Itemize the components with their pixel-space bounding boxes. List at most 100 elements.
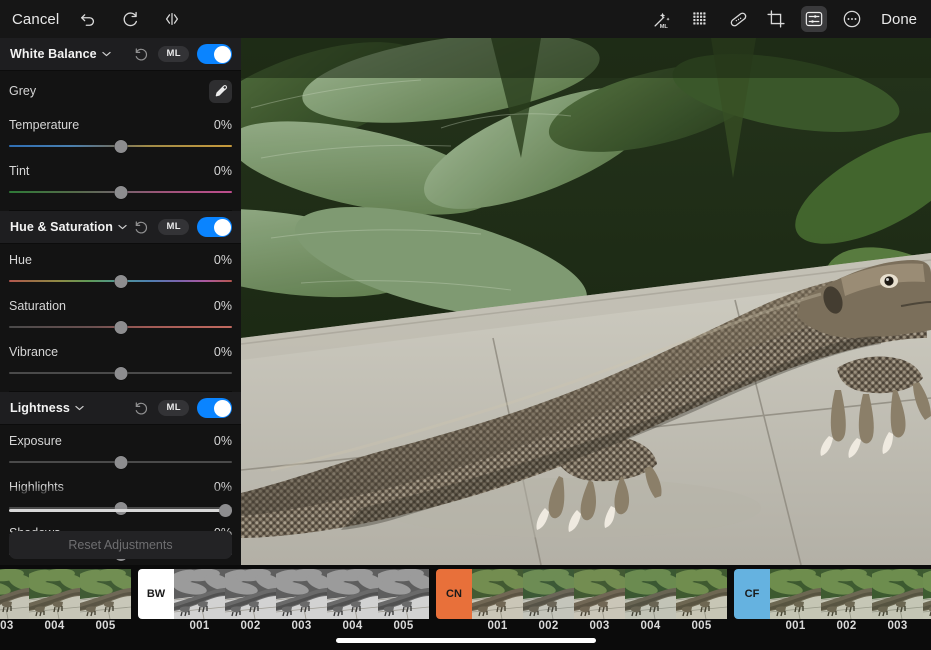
heal-bandage-icon[interactable] [725,6,751,32]
preset-thumbnail-label: 003 [589,620,610,632]
slider-highlights-value: 0% [213,480,232,494]
toolbar-right-group: ML Done [649,6,931,32]
slider-hue[interactable]: Hue 0% [9,244,232,290]
slider-exposure-track-wrap[interactable] [9,454,232,471]
preset-thumbnail[interactable] [29,569,80,619]
preset-thumbnail[interactable] [821,569,872,619]
filters-grid-icon[interactable] [687,6,713,32]
adjustments-panel[interactable]: White Balance ML Grey Temperature 0% Tin… [0,38,241,565]
preset-labels-row: 003 004 005 001 002 003 004 005 001 002 003 004 005 0… [0,620,931,638]
preset-thumbnail[interactable] [80,569,131,619]
preset-thumbnail[interactable] [523,569,574,619]
panel-scrollbar[interactable] [9,504,232,517]
preset-thumbnail-label: 002 [538,620,559,632]
chevron-down-icon[interactable] [118,224,127,230]
preset-thumbnail[interactable] [574,569,625,619]
preset-thumbnail[interactable] [276,569,327,619]
panel-scrollbar-knob[interactable] [219,504,232,517]
slider-exposure-value: 0% [213,434,232,448]
redo-icon[interactable] [117,6,143,32]
photo-preview[interactable] [241,38,931,565]
preset-thumbnail[interactable] [327,569,378,619]
preset-thumbnail-label: 002 [240,620,261,632]
slider-hue-value: 0% [213,253,232,267]
toggle-knob [213,45,231,63]
preset-category-cn[interactable]: CN [436,569,472,619]
slider-temperature-label: Temperature [9,118,80,132]
preset-thumbnail[interactable] [676,569,727,619]
magic-wand-ml-icon[interactable]: ML [649,6,675,32]
toolbar-left-group: Cancel [0,6,185,32]
preset-thumbnail-label: 001 [785,620,806,632]
slider-temperature-knob[interactable] [114,140,127,153]
section-header-hue-saturation[interactable]: Hue & Saturation ML [0,211,241,244]
reset-section-icon[interactable] [133,46,150,63]
preset-thumbnail-label: 004 [923,620,931,638]
photo-image [241,38,931,565]
preset-category-label-spacer [436,620,472,638]
cancel-button[interactable]: Cancel [12,11,59,28]
section-header-lightness[interactable]: Lightness ML [0,392,241,425]
preset-thumbnail[interactable] [770,569,821,619]
slider-vibrance-label: Vibrance [9,345,59,359]
slider-tint[interactable]: Tint 0% [9,155,232,201]
crop-icon[interactable] [763,6,789,32]
slider-temperature[interactable]: Temperature 0% [9,109,232,155]
slider-tint-value: 0% [213,164,232,178]
preset-category-label-spacer [734,620,770,638]
reset-adjustments-button[interactable]: Reset Adjustments [9,531,232,559]
slider-hue-knob[interactable] [114,275,127,288]
slider-highlights-label: Highlights [9,480,64,494]
preset-category-cf[interactable]: CF [734,569,770,619]
ml-button-hue-saturation[interactable]: ML [158,219,189,235]
preset-thumbnail[interactable] [872,569,923,619]
chevron-down-icon[interactable] [102,51,111,57]
chevron-down-icon[interactable] [75,405,84,411]
section-title-hue-saturation: Hue & Saturation [10,220,113,234]
eyedropper-icon[interactable] [209,79,232,103]
preset-thumbnail[interactable] [0,569,29,619]
toggle-white-balance[interactable] [197,44,232,64]
adjustments-icon[interactable] [801,6,828,32]
preset-thumbnail-label: 005 [691,620,712,632]
preset-thumbnail[interactable] [174,569,225,619]
section-controls-hue-saturation: ML [133,217,232,237]
reset-section-icon[interactable] [133,400,150,417]
preset-thumbnail[interactable] [472,569,523,619]
slider-temperature-track-wrap[interactable] [9,138,232,155]
undo-icon[interactable] [75,6,101,32]
slider-hue-track-wrap[interactable] [9,273,232,290]
slider-vibrance-track-wrap[interactable] [9,365,232,382]
preset-category-bw[interactable]: BW [138,569,174,619]
slider-saturation-knob[interactable] [114,321,127,334]
toggle-lightness[interactable] [197,398,232,418]
ml-button-white-balance[interactable]: ML [158,46,189,62]
slider-vibrance-knob[interactable] [114,367,127,380]
preset-filmstrip[interactable]: BW CN CF 03 004 005 001 002 003 004 005 … [0,565,931,650]
slider-tint-knob[interactable] [114,186,127,199]
toggle-knob [213,218,231,236]
slider-exposure-header: Exposure 0% [9,434,232,448]
preset-thumbnail[interactable] [225,569,276,619]
slider-highlights-header: Highlights 0% [9,480,232,494]
slider-saturation[interactable]: Saturation 0% [9,290,232,336]
done-button[interactable]: Done [881,11,917,28]
preset-thumbnail-label: 005 [393,620,414,632]
reset-section-icon[interactable] [133,219,150,236]
slider-vibrance[interactable]: Vibrance 0% [9,336,232,382]
section-body-hue-saturation: Hue 0% Saturation 0% Vibrance 0% [0,244,241,392]
slider-exposure[interactable]: Exposure 0% [9,425,232,471]
ml-button-lightness[interactable]: ML [158,400,189,416]
slider-saturation-track-wrap[interactable] [9,319,232,336]
slider-exposure-knob[interactable] [114,456,127,469]
slider-tint-track-wrap[interactable] [9,184,232,201]
toggle-hue-saturation[interactable] [197,217,232,237]
compare-icon[interactable] [159,6,185,32]
preset-thumbnail[interactable] [378,569,429,619]
grey-picker-row[interactable]: Grey [9,71,232,109]
preset-thumbnail[interactable] [923,569,931,619]
preset-thumbnail[interactable] [625,569,676,619]
section-header-white-balance[interactable]: White Balance ML [0,38,241,71]
preset-thumbnail-label: 003 [0,620,14,632]
more-ellipsis-icon[interactable] [839,6,865,32]
